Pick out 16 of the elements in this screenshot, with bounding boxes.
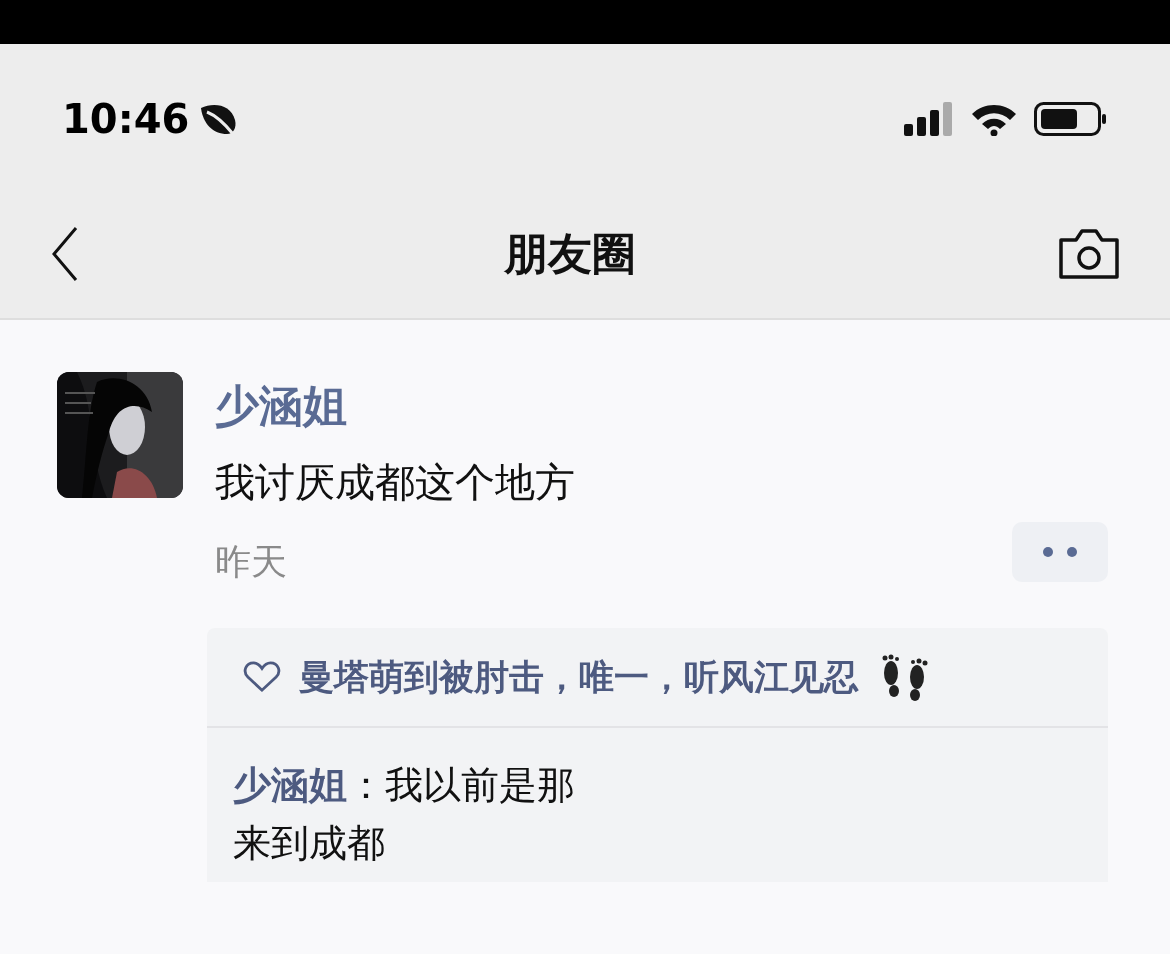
dots-icon bbox=[1043, 547, 1077, 557]
comment-text: 来到成都 bbox=[233, 824, 386, 862]
author-name[interactable]: 少涵姐 bbox=[215, 384, 1113, 428]
like-names[interactable]: 曼塔萌到被肘击，唯一，听风江见忍 bbox=[299, 659, 859, 695]
post-text: 我讨厌成都这个地方 bbox=[215, 462, 576, 502]
status-time: 10:46 bbox=[62, 99, 190, 139]
battery-icon bbox=[1034, 102, 1108, 136]
signal-icon bbox=[904, 102, 954, 136]
comment-text: ：我以前是那 bbox=[347, 766, 575, 804]
camera-icon[interactable] bbox=[1058, 228, 1120, 280]
page-title: 朋友圈 bbox=[504, 232, 636, 276]
more-button[interactable] bbox=[1012, 522, 1108, 582]
heart-icon bbox=[243, 661, 281, 693]
post-time: 昨天 bbox=[215, 544, 287, 580]
comment-author[interactable]: 少涵姐 bbox=[233, 766, 347, 804]
wifi-icon bbox=[970, 102, 1018, 136]
